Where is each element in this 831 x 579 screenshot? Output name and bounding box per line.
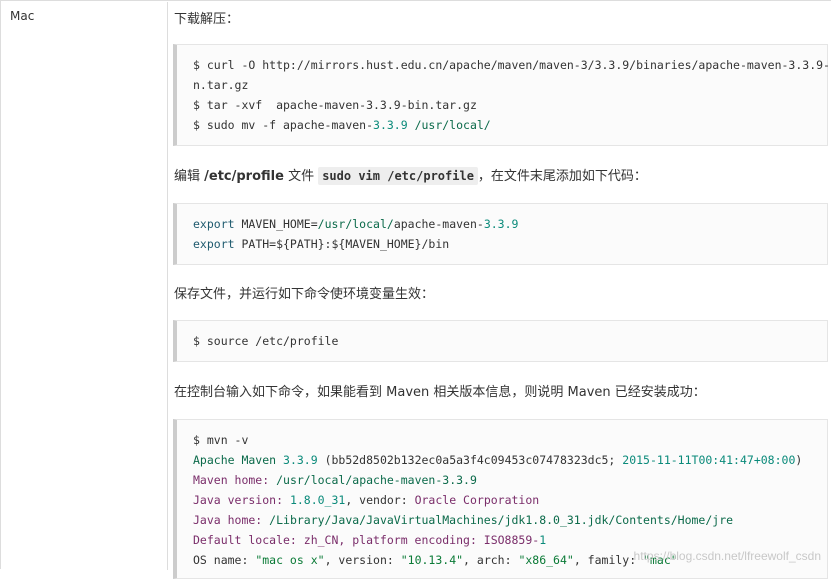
code-line: Apache Maven 3.3.9 (bb52d8502b132ec0a5a3… xyxy=(193,450,827,470)
profile-path: /etc/profile xyxy=(204,169,284,184)
code-line: export MAVEN_HOME=/usr/local/apache-mave… xyxy=(193,214,827,234)
code-line: $ tar -xvf apache-maven-3.3.9-bin.tar.gz xyxy=(193,95,827,115)
code-line: n.tar.gz xyxy=(193,75,827,95)
watermark: https://blog.csdn.net/lfreewolf_csdn xyxy=(634,549,821,563)
instruction-verify: 在控制台输入如下命令，如果能看到 Maven 相关版本信息，则说明 Maven … xyxy=(174,381,706,400)
code-line: $ source /etc/profile xyxy=(193,331,827,351)
code-line: Java version: 1.8.0_31, vendor: Oracle C… xyxy=(193,490,827,510)
code-line: $ curl -O http://mirrors.hust.edu.cn/apa… xyxy=(193,55,827,75)
code-line: Java home: /Library/Java/JavaVirtualMach… xyxy=(193,510,827,530)
instructions-column: 下载解压： $ curl -O http://mirrors.hust.edu.… xyxy=(168,2,831,570)
code-block-export[interactable]: export MAVEN_HOME=/usr/local/apache-mave… xyxy=(173,203,828,265)
code-line: Default locale: zh_CN, platform encoding… xyxy=(193,530,827,550)
os-label: Mac xyxy=(10,9,34,23)
instruction-download: 下载解压： xyxy=(174,8,239,27)
inline-command: sudo vim /etc/profile xyxy=(318,167,478,185)
code-line: export PATH=${PATH}:${MAVEN_HOME}/bin xyxy=(193,234,827,254)
instruction-edit-profile: 编辑 /etc/profile 文件 sudo vim /etc/profile… xyxy=(174,165,647,184)
code-line: $ sudo mv -f apache-maven-3.3.9 /usr/loc… xyxy=(193,115,827,135)
install-table: Mac 下载解压： $ curl -O http://mirrors.hust.… xyxy=(0,0,831,569)
code-block-source[interactable]: $ source /etc/profile xyxy=(173,320,828,362)
code-line: Maven home: /usr/local/apache-maven-3.3.… xyxy=(193,470,827,490)
code-line: $ mvn -v xyxy=(193,430,827,450)
instruction-source: 保存文件，并运行如下命令使环境变量生效： xyxy=(174,283,434,302)
code-block-download[interactable]: $ curl -O http://mirrors.hust.edu.cn/apa… xyxy=(173,44,828,146)
os-column: Mac xyxy=(2,2,168,570)
